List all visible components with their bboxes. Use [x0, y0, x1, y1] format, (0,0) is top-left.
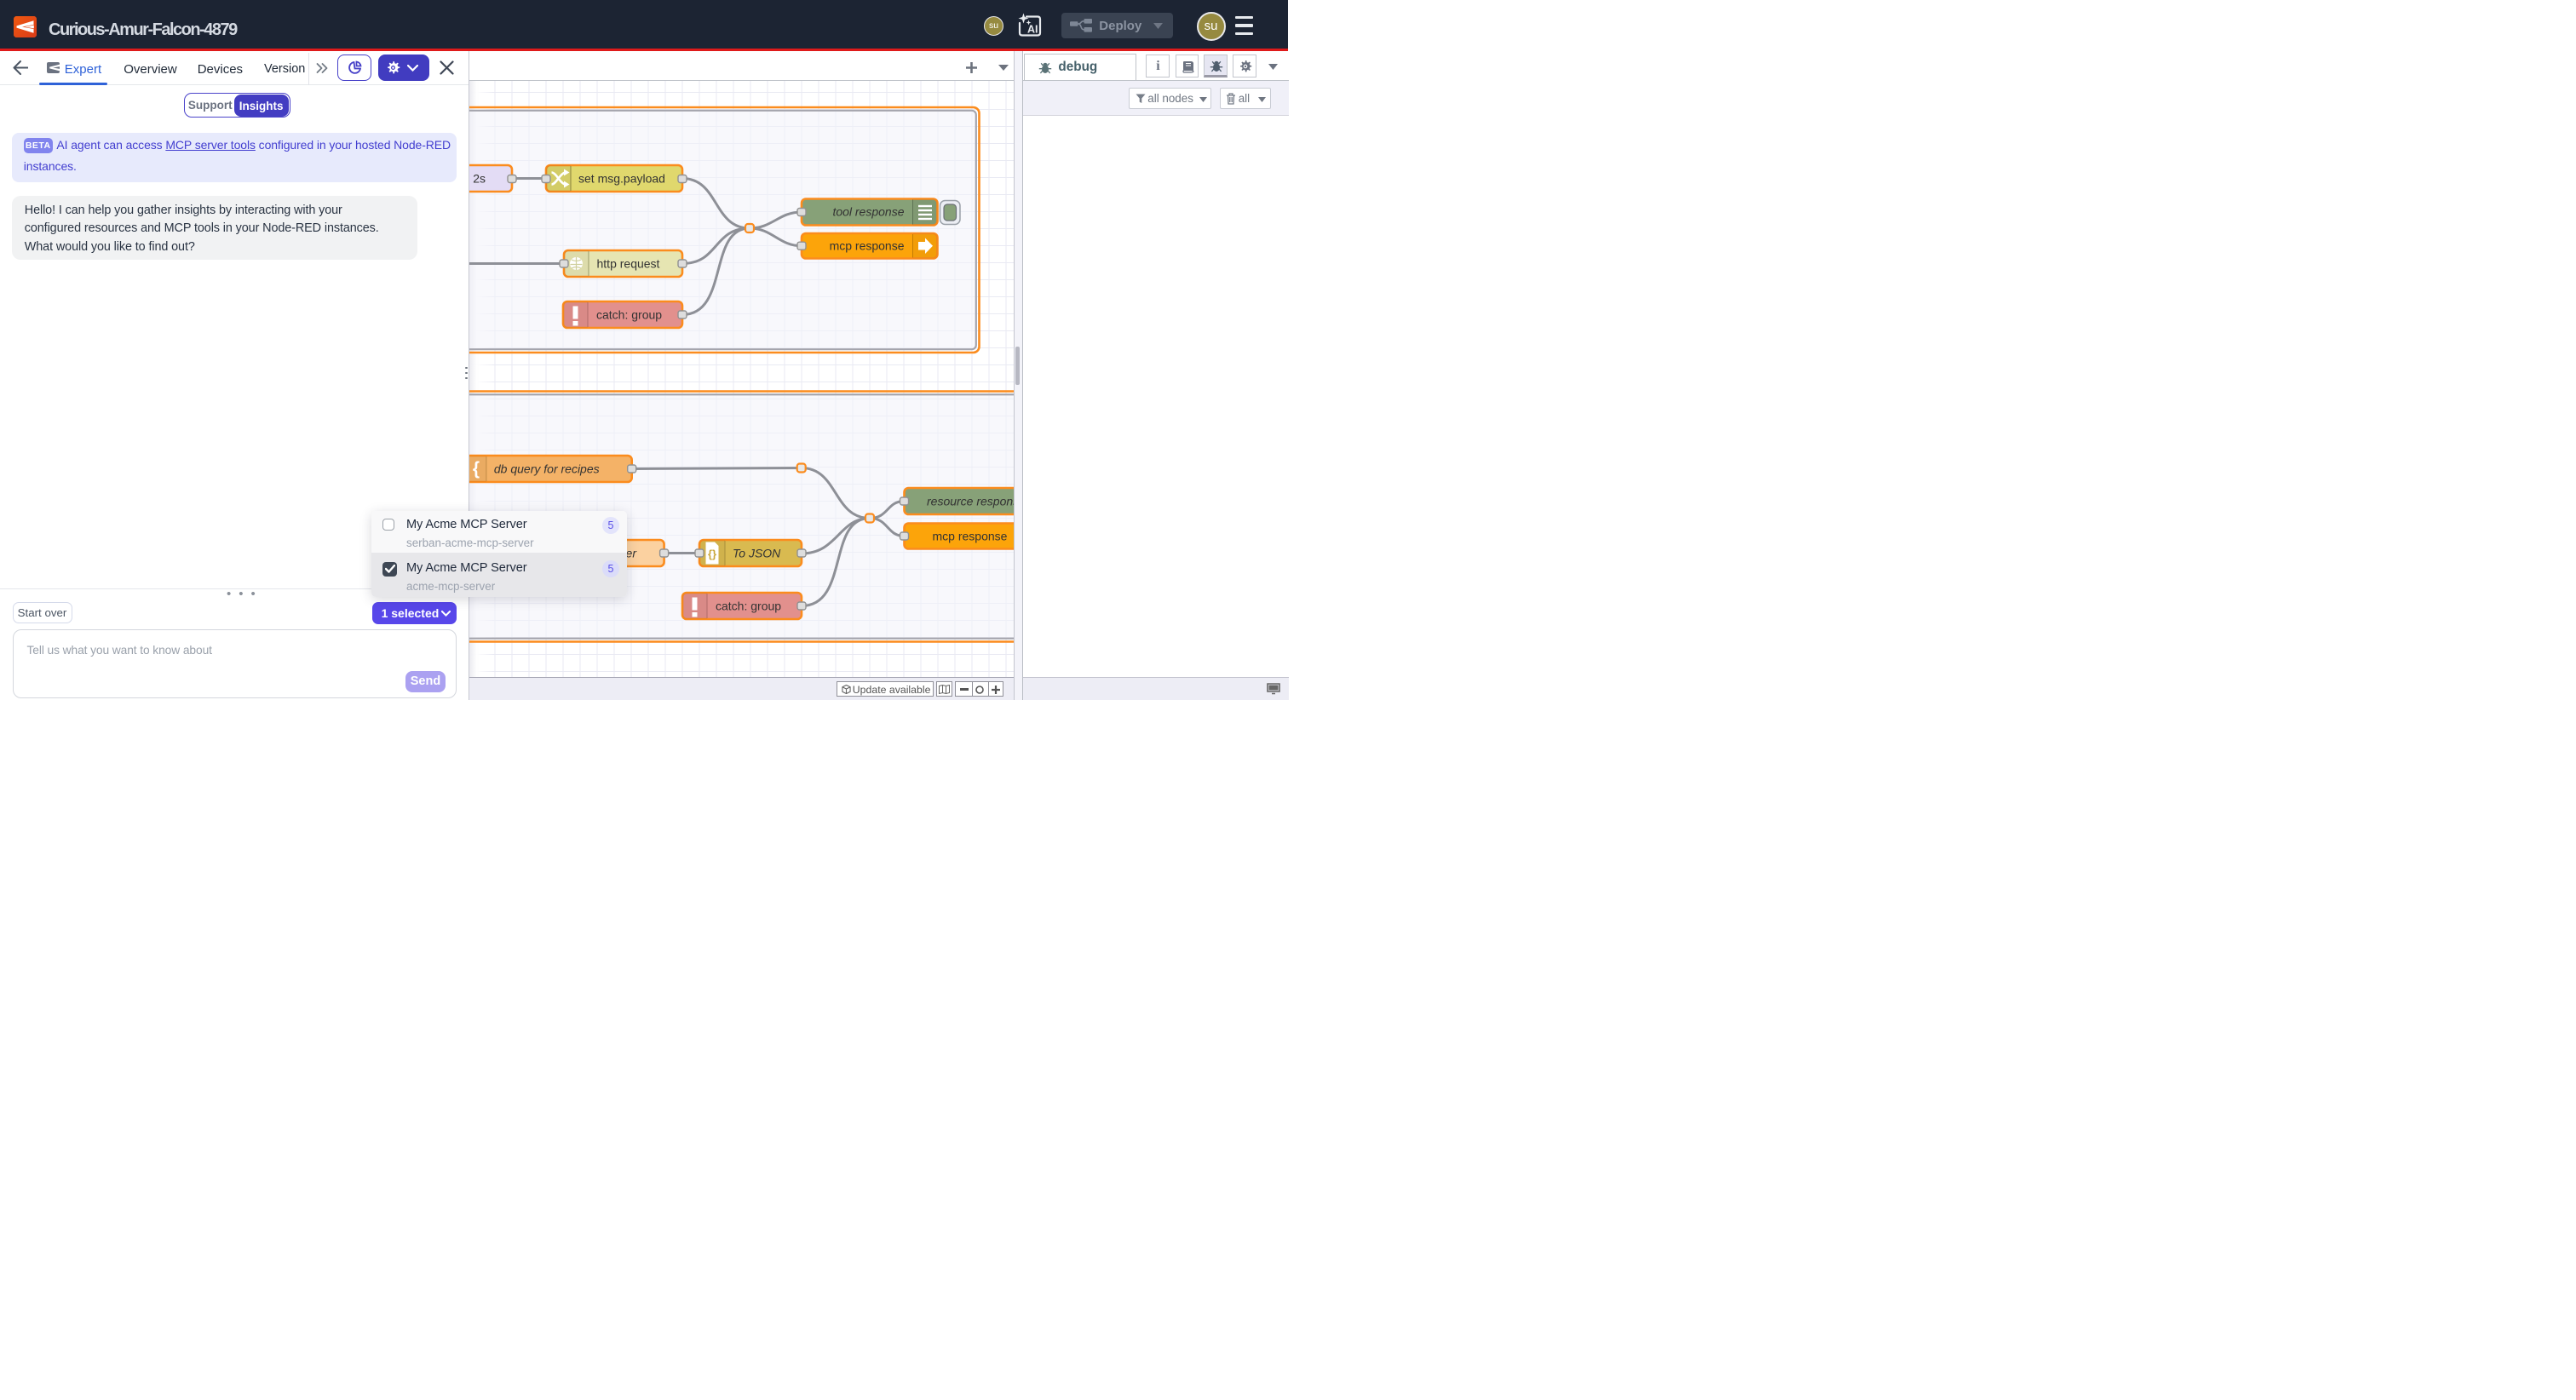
svg-text:http request: http request	[596, 257, 659, 271]
svg-text:er: er	[625, 547, 637, 560]
svg-text:mcp response: mcp response	[932, 530, 1007, 543]
svg-text:catch: group: catch: group	[716, 600, 781, 613]
svg-text:To JSON: To JSON	[733, 547, 781, 560]
svg-text:{: {	[472, 459, 479, 479]
svg-text:2s: 2s	[473, 172, 486, 186]
svg-text:resource response: resource response	[927, 495, 1015, 508]
svg-text:catch: group: catch: group	[596, 308, 662, 322]
svg-text:db query for recipes: db query for recipes	[493, 462, 599, 476]
svg-text:tool response: tool response	[832, 205, 904, 219]
svg-text:AI: AI	[1027, 24, 1038, 36]
svg-text:set msg.payload: set msg.payload	[578, 172, 665, 186]
svg-text:{}: {}	[707, 548, 716, 560]
svg-text:mcp response: mcp response	[829, 239, 904, 253]
